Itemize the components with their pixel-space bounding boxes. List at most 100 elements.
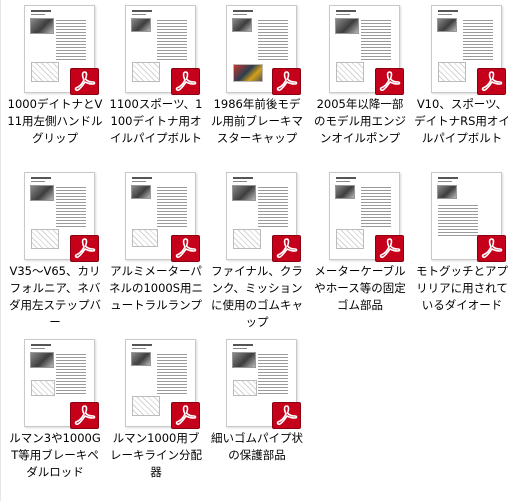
thumbnail-subheading — [233, 14, 247, 15]
thumbnail-text — [258, 18, 288, 60]
pdf-icon — [70, 235, 99, 262]
thumbnail-subheading — [132, 14, 146, 15]
thumbnail-subheading — [438, 14, 452, 15]
file-item[interactable]: 細いゴムパイプ状の保護部品 — [208, 334, 306, 496]
thumbnail-photo — [30, 18, 54, 34]
file-name: アルミメーターパネルの1000S用ニュートラルランプ — [108, 264, 204, 312]
thumbnail-subheading — [233, 348, 247, 349]
thumbnail-heading — [132, 344, 152, 346]
thumbnail-text — [438, 203, 478, 237]
file-name: 1100スポーツ、1100デイトナ用オイルパイプボルト — [109, 97, 203, 145]
file-item[interactable]: 1100スポーツ、1100デイトナ用オイルパイプボルト — [107, 0, 205, 162]
file-name: 1000デイトナとV11用左側ハンドルグリップ — [7, 97, 103, 145]
thumbnail-heading — [336, 10, 356, 12]
thumbnail-text — [157, 18, 187, 60]
thumbnail-subheading — [336, 181, 350, 182]
thumbnail-heading — [438, 10, 458, 12]
thumbnail-text — [157, 352, 187, 394]
file-item[interactable]: 1000デイトナとV11用左側ハンドルグリップ — [6, 0, 104, 162]
file-item[interactable]: モトグッチとアプリリアに用されているダイオード — [413, 167, 511, 329]
file-grid: 1000デイトナとV11用左側ハンドルグリップ 1100スポーツ、1100デイト… — [0, 0, 520, 501]
thumbnail-photo — [131, 185, 151, 199]
thumbnail-heading — [336, 177, 356, 179]
file-item[interactable]: メーターケーブルやホース等の固定ゴム部品 — [311, 167, 409, 329]
thumbnail-subheading — [233, 181, 247, 182]
thumbnail-text — [56, 185, 86, 227]
thumbnail-text — [157, 185, 187, 227]
thumbnail-drawing — [336, 62, 364, 82]
thumbnail-photo — [131, 18, 151, 32]
file-name: 2005年以降一部のモデル用エンジンオイルポンプ — [314, 97, 406, 145]
thumbnail-drawing — [132, 62, 160, 82]
thumbnail-drawing — [31, 62, 59, 82]
thumbnail-heading — [233, 344, 253, 346]
file-name: V35～V65、カリフォルニア、ネバダ用左ステップバー — [9, 264, 101, 329]
thumbnail-photo — [437, 18, 457, 32]
thumbnail-heading — [31, 344, 51, 346]
thumbnail-subheading — [336, 14, 350, 15]
thumbnail-text — [361, 18, 391, 60]
thumbnail-text — [258, 185, 288, 227]
file-name: ファイナル、クランク、ミッションに使用のゴムキャップ — [211, 264, 303, 329]
file-name: ルマン3や1000GT等用ブレーキペダルロッド — [9, 431, 101, 479]
thumbnail-photo — [233, 380, 257, 396]
thumbnail-heading — [31, 10, 51, 12]
pdf-icon — [70, 402, 99, 429]
thumbnail-heading — [438, 177, 458, 179]
thumbnail-drawing — [233, 229, 261, 249]
thumbnail-photo — [30, 185, 54, 201]
file-item[interactable]: ルマン3や1000GT等用ブレーキペダルロッド — [6, 334, 104, 496]
thumbnail-drawing — [132, 396, 160, 416]
thumbnail-text — [56, 352, 86, 394]
thumbnail-photo — [232, 185, 256, 201]
file-item[interactable]: ルマン1000用ブレーキライン分配器 — [107, 334, 205, 496]
pdf-icon — [477, 68, 506, 95]
pdf-icon — [375, 235, 404, 262]
pdf-icon — [272, 235, 301, 262]
thumbnail-heading — [132, 177, 152, 179]
thumbnail-photo — [335, 185, 355, 199]
thumbnail-subheading — [31, 348, 45, 349]
pdf-icon — [272, 68, 301, 95]
thumbnail-photo — [131, 352, 151, 366]
thumbnail-text — [361, 185, 391, 227]
thumbnail-photo — [31, 380, 55, 396]
thumbnail-subheading — [31, 181, 45, 182]
file-name: メーターケーブルやホース等の固定ゴム部品 — [314, 264, 406, 312]
file-item[interactable]: ファイナル、クランク、ミッションに使用のゴムキャップ — [208, 167, 306, 329]
thumbnail-text — [463, 18, 493, 60]
file-item[interactable]: 1986年前後モデル用前ブレーキマスターキャップ — [208, 0, 306, 162]
file-name: 細いゴムパイプ状の保護部品 — [211, 431, 303, 462]
thumbnail-drawing — [336, 229, 364, 249]
pdf-icon — [477, 235, 506, 262]
file-name: モトグッチとアプリリアに用されているダイオード — [416, 264, 508, 312]
file-name: 1986年前後モデル用前ブレーキマスターキャップ — [211, 97, 303, 145]
file-item[interactable]: アルミメーターパネルの1000S用ニュートラルランプ — [107, 167, 205, 329]
file-item[interactable]: 2005年以降一部のモデル用エンジンオイルポンプ — [311, 0, 409, 162]
thumbnail-photo — [335, 18, 359, 34]
pdf-icon — [171, 402, 200, 429]
thumbnail-subheading — [31, 14, 45, 15]
thumbnail-drawing — [31, 229, 59, 249]
thumbnail-heading — [132, 10, 152, 12]
thumbnail-photo — [232, 18, 252, 32]
thumbnail-photo — [30, 352, 54, 368]
pdf-icon — [375, 68, 404, 95]
thumbnail-photo — [132, 229, 158, 247]
thumbnail-drawing — [438, 62, 466, 82]
file-name: ルマン1000用ブレーキライン分配器 — [110, 431, 202, 479]
thumbnail-heading — [31, 177, 51, 179]
thumbnail-subheading — [132, 181, 146, 182]
thumbnail-text — [56, 18, 86, 60]
thumbnail-photo — [437, 185, 457, 199]
file-name: V10、スポーツ、デイトナRS用オイルパイプボルト — [414, 97, 510, 145]
thumbnail-subheading — [132, 348, 146, 349]
thumbnail-photo — [232, 352, 256, 368]
pdf-icon — [272, 402, 301, 429]
file-item[interactable]: V10、スポーツ、デイトナRS用オイルパイプボルト — [413, 0, 511, 162]
thumbnail-text — [258, 352, 288, 394]
pdf-icon — [171, 68, 200, 95]
thumbnail-photo — [233, 64, 263, 82]
pdf-icon — [171, 235, 200, 262]
file-item[interactable]: V35～V65、カリフォルニア、ネバダ用左ステップバー — [6, 167, 104, 329]
